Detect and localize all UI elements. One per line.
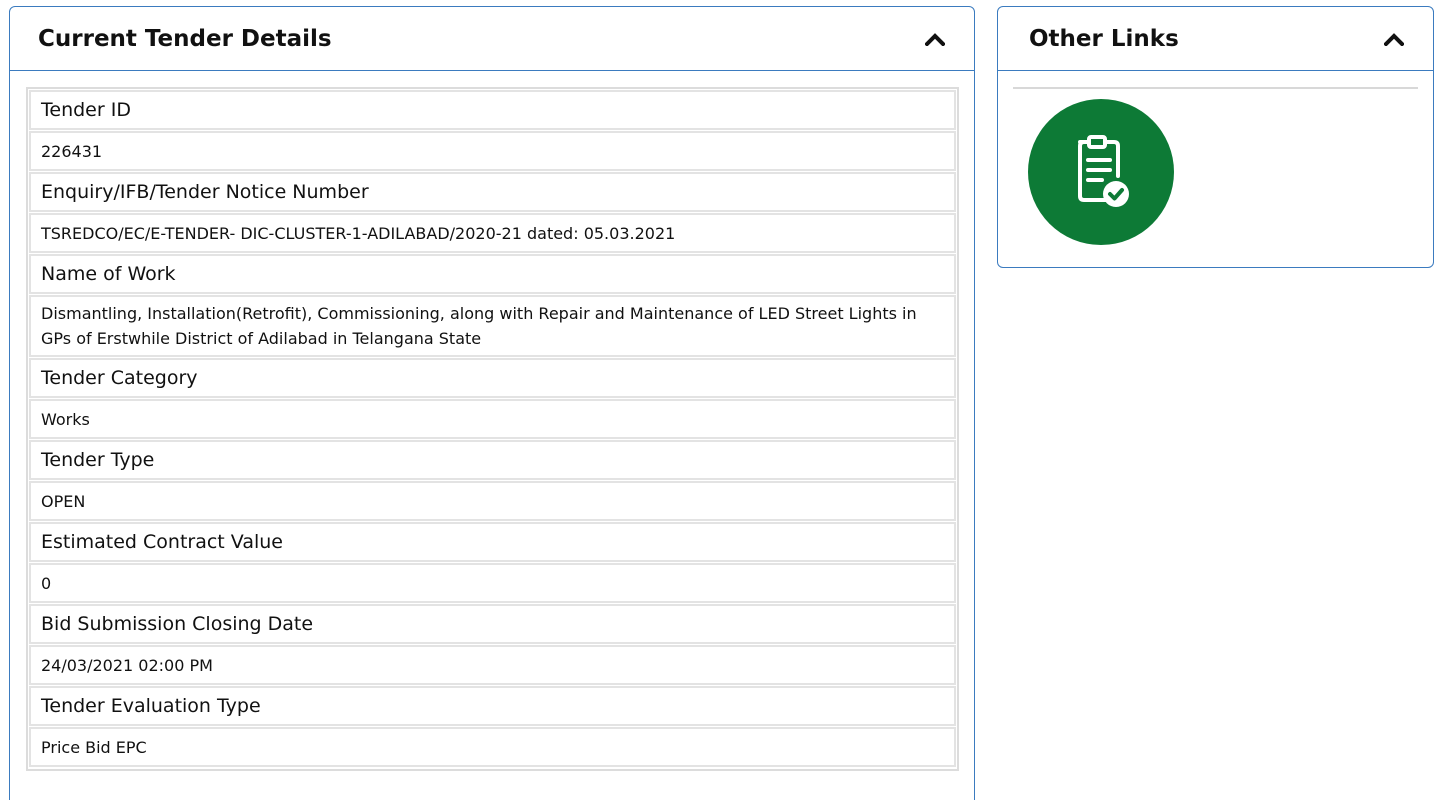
other-links-body bbox=[998, 71, 1433, 245]
page: Current Tender Details Tender ID 226431 … bbox=[0, 0, 1438, 800]
tender-details-title: Current Tender Details bbox=[38, 25, 332, 52]
divider bbox=[1013, 87, 1418, 89]
value-tender-notice-number: TSREDCO/EC/E-TENDER- DIC-CLUSTER-1-ADILA… bbox=[29, 213, 956, 253]
value-name-of-work: Dismantling, Installation(Retrofit), Com… bbox=[29, 295, 956, 357]
chevron-up-icon[interactable] bbox=[1383, 28, 1405, 50]
value-estimated-contract-value: 0 bbox=[29, 563, 956, 603]
label-name-of-work: Name of Work bbox=[29, 254, 956, 294]
clipboard-check-icon bbox=[1078, 134, 1129, 207]
label-evaluation-type: Tender Evaluation Type bbox=[29, 686, 956, 726]
label-estimated-contract-value: Estimated Contract Value bbox=[29, 522, 956, 562]
tender-details-header[interactable]: Current Tender Details bbox=[10, 7, 974, 71]
value-evaluation-type: Price Bid EPC bbox=[29, 727, 956, 767]
other-links-title: Other Links bbox=[1029, 25, 1179, 52]
tender-details-panel: Current Tender Details Tender ID 226431 … bbox=[9, 6, 975, 800]
label-tender-type: Tender Type bbox=[29, 440, 956, 480]
chevron-up-icon[interactable] bbox=[924, 28, 946, 50]
other-links-panel: Other Links bbox=[997, 6, 1434, 268]
label-tender-category: Tender Category bbox=[29, 358, 956, 398]
label-tender-id: Tender ID bbox=[29, 90, 956, 130]
value-tender-id: 226431 bbox=[29, 131, 956, 171]
tender-details-table: Tender ID 226431 Enquiry/IFB/Tender Noti… bbox=[26, 87, 959, 771]
label-bid-closing-date: Bid Submission Closing Date bbox=[29, 604, 956, 644]
other-links-header[interactable]: Other Links bbox=[998, 7, 1433, 71]
label-tender-notice-number: Enquiry/IFB/Tender Notice Number bbox=[29, 172, 956, 212]
value-tender-type: OPEN bbox=[29, 481, 956, 521]
value-bid-closing-date: 24/03/2021 02:00 PM bbox=[29, 645, 956, 685]
tender-documents-link[interactable] bbox=[1028, 98, 1174, 245]
value-tender-category: Works bbox=[29, 399, 956, 439]
